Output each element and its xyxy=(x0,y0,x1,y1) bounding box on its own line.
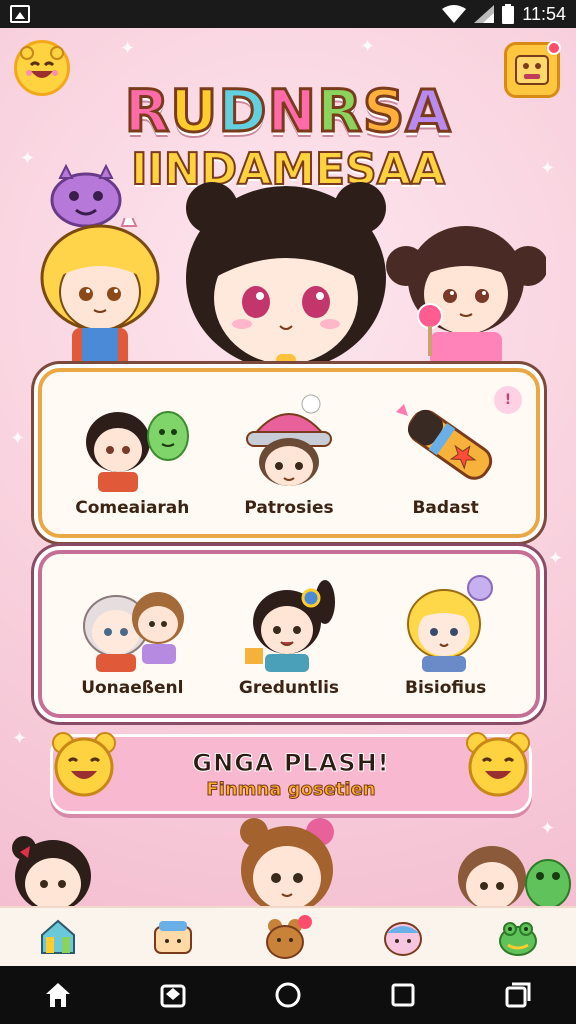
chibi-beanie-icon xyxy=(245,394,332,486)
title-letter: D xyxy=(217,77,268,145)
notification-dot xyxy=(547,41,561,55)
category-label: Uonaeßenl xyxy=(81,678,184,698)
category-item-greduntlis[interactable]: Greduntlis xyxy=(214,558,364,698)
bottom-tab-bar xyxy=(0,906,576,966)
title-letter: S xyxy=(361,77,406,145)
title-letter: R xyxy=(316,77,364,145)
battery-icon xyxy=(502,4,515,24)
tab-bear[interactable] xyxy=(258,911,318,963)
system-nav-bar xyxy=(0,966,576,1024)
title-letter: U xyxy=(169,77,219,145)
app-screen: ✦ ✦ ✦ ✦ ✦ ✦ ✦ ✦ RUDNRSA IINDAMESAA ! Com… xyxy=(0,28,576,906)
category-item-uonaebenl[interactable]: Uonaeßenl xyxy=(57,558,207,698)
blonde-chibi-icon xyxy=(406,575,493,672)
two-chibis-icon xyxy=(83,592,185,672)
nav-app-button[interactable] xyxy=(143,970,203,1020)
promo-title: GNGA PLASH! xyxy=(192,748,390,777)
category-item-badast[interactable]: Badast xyxy=(371,378,521,518)
category-item-comeaiarah[interactable]: Comeaiarah xyxy=(57,378,207,518)
title-line-1: RUDNRSA xyxy=(0,77,576,145)
tab-home[interactable] xyxy=(28,911,88,963)
category-panel-top: ! Comeaiarah Patrosies Badast xyxy=(38,368,540,538)
hero-characters xyxy=(0,163,576,378)
home-nav-icon xyxy=(45,983,70,1007)
promo-subtitle: Finmna gosetien xyxy=(206,778,376,800)
tab-folder[interactable] xyxy=(143,911,203,963)
sparkle-icon: ✦ xyxy=(548,548,564,569)
nav-square-button[interactable] xyxy=(373,970,433,1020)
nav-circle-button[interactable] xyxy=(258,970,318,1020)
tab-frog[interactable] xyxy=(488,911,548,963)
pink-chibi-icon xyxy=(386,226,546,366)
brown-hair-chibi-icon xyxy=(240,818,334,906)
title-letter: N xyxy=(266,77,318,145)
category-panel-bottom: Uonaeßenl Greduntlis Bisiofius xyxy=(38,550,540,718)
bear-face-icon xyxy=(466,732,530,797)
circle-nav-icon xyxy=(275,982,301,1008)
nav-home-button[interactable] xyxy=(28,970,88,1020)
wifi-icon xyxy=(442,5,467,23)
category-item-bisiofius[interactable]: Bisiofius xyxy=(371,558,521,698)
chibi-green-monster-icon xyxy=(86,411,190,492)
sparkle-icon: ✦ xyxy=(120,38,136,59)
category-item-patrosies[interactable]: Patrosies xyxy=(214,378,364,518)
sparkle-icon: ✦ xyxy=(10,428,26,449)
sparkle-icon: ✦ xyxy=(360,36,376,57)
nav-recents-button[interactable] xyxy=(488,970,548,1020)
chibi-flower-icon xyxy=(244,580,335,672)
face-tab-icon xyxy=(384,922,423,956)
sparkle-icon: ✦ xyxy=(12,728,28,749)
signal-icon xyxy=(474,5,495,23)
bear-face-icon xyxy=(52,732,116,797)
square-nav-icon xyxy=(391,983,415,1007)
title-letter: A xyxy=(404,77,452,145)
category-label: Comeaiarah xyxy=(75,498,190,518)
image-notification-icon xyxy=(10,5,30,23)
title-letter: R xyxy=(123,77,171,145)
brown-chibi-with-frog-icon xyxy=(458,846,571,906)
blonde-chibi-icon xyxy=(40,218,160,368)
folder-tab-icon xyxy=(153,921,192,954)
category-label: Badast xyxy=(412,498,479,518)
bottom-characters xyxy=(0,806,576,906)
category-label: Patrosies xyxy=(244,498,334,518)
category-label: Greduntlis xyxy=(238,678,340,698)
dark-hair-chibi-icon xyxy=(12,836,91,906)
promo-banner[interactable]: GNGA PLASH! Finmna gosetien xyxy=(50,732,532,814)
main-chibi-icon xyxy=(186,182,386,378)
crayon-star-icon xyxy=(395,404,492,480)
recents-nav-icon xyxy=(505,982,531,1008)
bear-tab-icon xyxy=(265,915,312,959)
home-tab-icon xyxy=(40,919,75,954)
tab-face[interactable] xyxy=(373,911,433,963)
category-label: Bisiofius xyxy=(405,678,487,698)
status-bar: 11:54 xyxy=(0,0,576,28)
status-time: 11:54 xyxy=(522,3,566,24)
app-nav-icon xyxy=(160,984,186,1008)
frog-tab-icon xyxy=(499,922,538,956)
